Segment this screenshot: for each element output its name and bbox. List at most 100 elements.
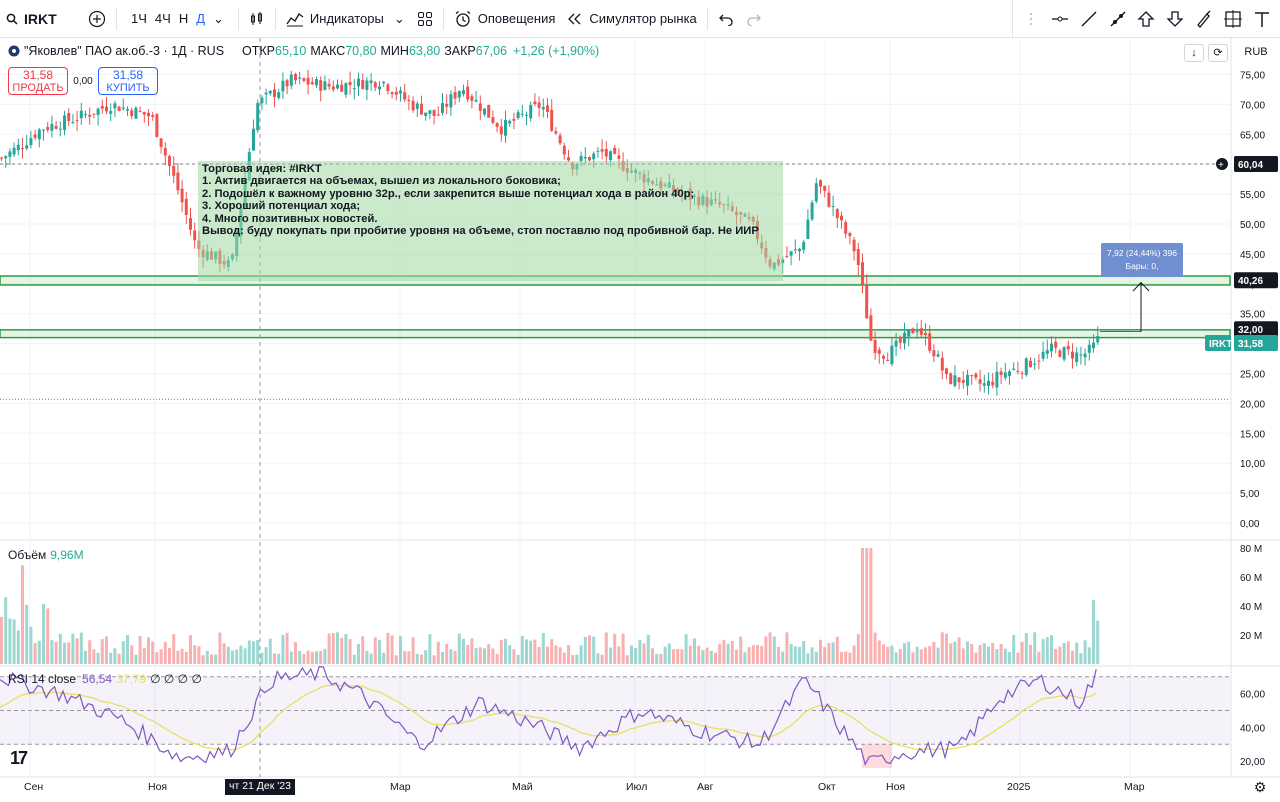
ray-icon[interactable]	[1106, 7, 1130, 31]
price-tick: 10,00	[1240, 459, 1265, 470]
layouts-button[interactable]	[411, 0, 439, 38]
volume-bar	[604, 632, 608, 664]
undo-button[interactable]	[712, 0, 740, 38]
redo-button[interactable]	[740, 0, 768, 38]
price-label-support: 32,00	[1238, 325, 1263, 336]
indicators-button[interactable]: Индикаторы ⌄	[280, 0, 411, 38]
scroll-down-button[interactable]: ↓	[1184, 44, 1204, 62]
sell-button[interactable]: 31,58 ПРОДАТЬ	[8, 67, 68, 95]
volume-label[interactable]: Объём	[8, 548, 46, 562]
candle	[268, 90, 272, 94]
trade-idea-note[interactable]: Торговая идея: #IRKT 1. Актив двигается …	[198, 161, 783, 281]
time-label: Мар	[1124, 781, 1145, 793]
chart-type-button[interactable]	[243, 0, 271, 38]
candle	[966, 374, 969, 386]
volume-bar	[768, 632, 772, 664]
arrow-up-icon[interactable]	[1134, 7, 1158, 31]
measure-bars: Бары: 0,	[1125, 261, 1159, 271]
candle	[176, 172, 180, 191]
refresh-icon: ⟳	[1213, 47, 1223, 59]
volume-bar	[415, 653, 419, 664]
candle	[449, 94, 453, 108]
grid-icon	[417, 11, 432, 26]
rsi-label[interactable]: RSI 14 close	[8, 672, 76, 686]
tradingview-logo[interactable]: 17	[10, 748, 28, 769]
measure-tooltip[interactable]: 7,92 (24,44%) 396 Бары: 0,	[1101, 243, 1183, 277]
price-label-60: 60,04	[1238, 160, 1263, 171]
volume-bar	[121, 641, 125, 664]
volume-bar	[231, 650, 234, 664]
volume-tick: 40 M	[1240, 602, 1262, 613]
brush-icon[interactable]	[1192, 7, 1216, 31]
chart-canvas[interactable]: 75,00 70,00 65,00 60,00 55,00 50,00 45,00 40,00…	[0, 38, 1280, 802]
horizontal-ray-icon[interactable]	[1048, 7, 1072, 31]
candle	[894, 340, 898, 347]
volume-bar	[277, 653, 281, 664]
candle	[861, 262, 864, 286]
buy-button[interactable]: 31,58 КУПИТЬ	[98, 67, 158, 95]
time-label: Сен	[24, 781, 43, 793]
volume-bar	[928, 646, 932, 664]
interval-1w[interactable]: Н	[175, 11, 192, 26]
candle	[793, 249, 797, 251]
chevron-down-icon[interactable]: ⌄	[394, 11, 405, 27]
volume-bar	[218, 632, 222, 664]
crosshair-frame-icon[interactable]	[1221, 7, 1245, 31]
candle	[945, 368, 948, 375]
volume-bar	[25, 604, 29, 664]
volume-bar	[138, 636, 142, 664]
volume-bar	[42, 604, 45, 664]
compare-button[interactable]	[82, 0, 112, 38]
price-tick: 70,00	[1240, 100, 1265, 111]
replay-button[interactable]: Симулятор рынка	[561, 0, 702, 38]
volume-bar	[722, 639, 726, 664]
close-label: ЗАКР	[444, 44, 476, 58]
volume-bar	[827, 643, 831, 664]
volume-bar	[285, 632, 289, 664]
volume-bar	[1050, 635, 1053, 664]
candle	[516, 112, 520, 119]
interval-1d[interactable]: Д	[192, 11, 209, 26]
volume-bar	[1071, 650, 1074, 664]
redo-icon	[747, 14, 761, 26]
volume-bar	[575, 654, 579, 664]
candle	[92, 113, 96, 115]
candle	[890, 345, 894, 365]
text-tool-icon[interactable]	[1250, 7, 1274, 31]
reset-scale-button[interactable]: ⟳	[1208, 44, 1228, 62]
chart-window: IRKT 1Ч 4Ч Н Д ⌄ Индикаторы ⌄ Оповещения…	[0, 0, 1280, 802]
volume-bar	[344, 634, 348, 664]
gear-icon[interactable]: ⚙	[1250, 779, 1270, 799]
currency-selector[interactable]: RUB	[1232, 40, 1280, 64]
chevron-down-icon[interactable]: ⌄	[209, 11, 228, 27]
trend-line-icon[interactable]	[1077, 7, 1101, 31]
volume-bar	[659, 653, 663, 664]
volume-bar	[697, 645, 701, 664]
volume-bar	[8, 618, 12, 664]
volume-bar	[596, 653, 600, 664]
candle	[361, 80, 365, 90]
candle	[869, 315, 873, 341]
candle	[991, 381, 995, 386]
volume-bar	[894, 652, 898, 664]
volume-bar	[651, 648, 654, 664]
rsi-value: 56,54	[82, 672, 113, 686]
volume-bar	[970, 643, 974, 664]
symbol-search[interactable]: IRKT	[0, 0, 82, 38]
candle	[180, 188, 184, 203]
symbol-title[interactable]: "Яковлев" ПАО ак.об.-3 · 1Д · RUS	[24, 44, 224, 58]
candle	[583, 156, 587, 159]
time-cursor-label: чт 21 Дек '23	[225, 779, 295, 795]
alerts-button[interactable]: Оповещения	[448, 0, 562, 38]
interval-1h[interactable]: 1Ч	[127, 11, 151, 26]
volume-bar	[764, 636, 768, 664]
candle	[609, 151, 612, 161]
candle	[58, 128, 62, 130]
candle	[369, 80, 373, 84]
drag-handle-icon[interactable]	[1019, 7, 1043, 31]
arrow-down-icon[interactable]	[1163, 7, 1187, 31]
volume-bar	[58, 633, 62, 664]
interval-4h[interactable]: 4Ч	[151, 11, 175, 26]
candle	[147, 112, 150, 117]
volume-bar	[369, 653, 373, 664]
